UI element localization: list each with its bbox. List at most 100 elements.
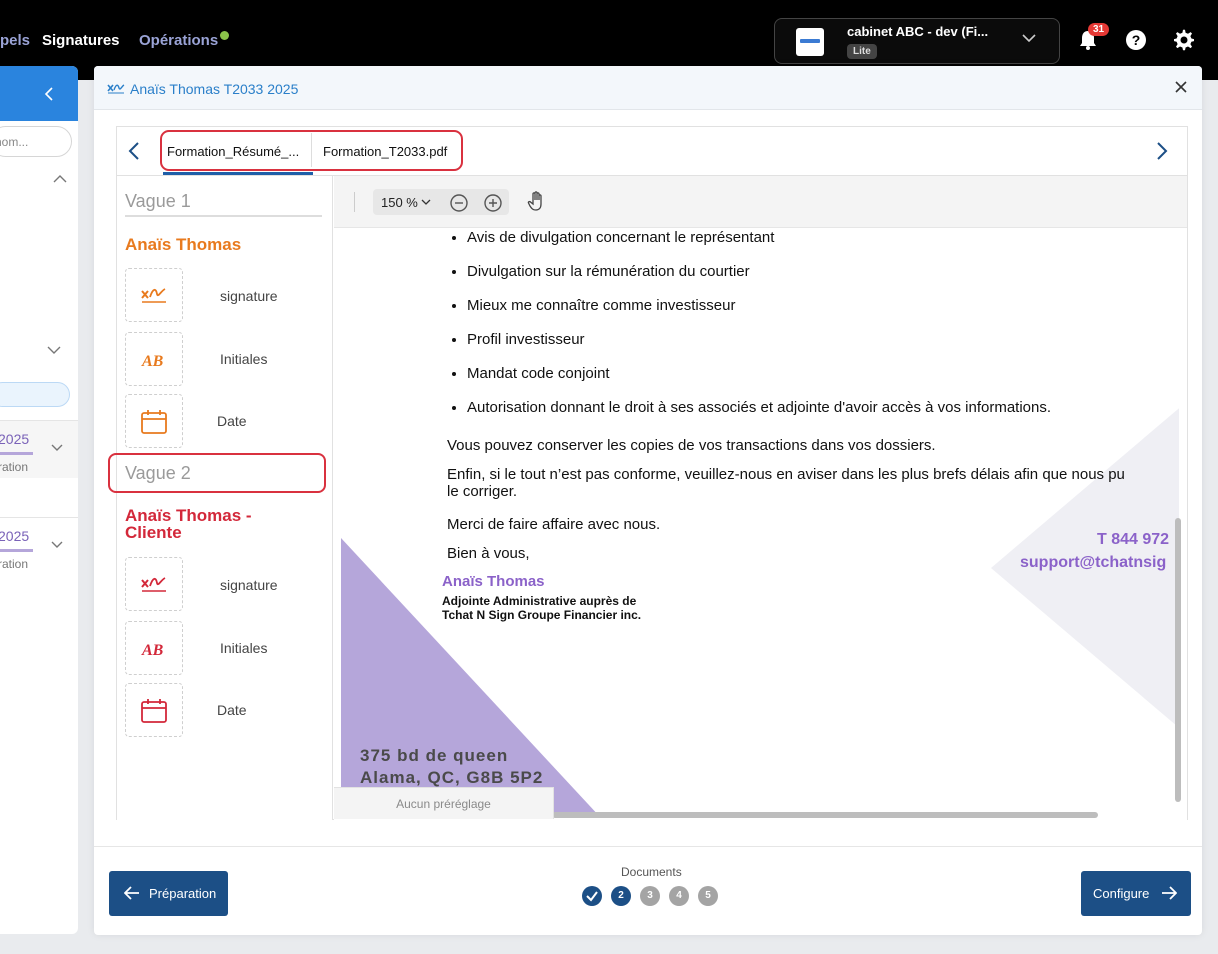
field-label: Initiales — [220, 351, 268, 367]
signature-icon — [107, 84, 125, 94]
list-item[interactable]: 2025 ration — [0, 420, 78, 478]
org-logo — [796, 28, 824, 56]
wave-2-signer: Anaïs Thomas - — [125, 506, 252, 525]
chevron-down-icon[interactable] — [50, 443, 64, 453]
document-tabs: Formation_Résumé_... Formation_T2033.pdf — [117, 127, 1187, 176]
close-icon[interactable] — [1175, 81, 1187, 93]
list-item: Profil investisseur — [467, 330, 1051, 364]
signature-field-tool[interactable] — [125, 557, 183, 611]
chevron-right-icon[interactable] — [1155, 141, 1169, 161]
tabs-highlight-annotation — [160, 130, 463, 171]
signature-modal: Anaïs Thomas T2033 2025 Formation_Résumé… — [94, 66, 1202, 935]
org-name: cabinet ABC - dev (Fi... — [847, 24, 989, 39]
svg-text:?: ? — [1132, 32, 1141, 48]
chevron-down-icon[interactable] — [421, 198, 431, 206]
field-label: Date — [217, 413, 247, 429]
status-dot — [220, 31, 229, 40]
field-label: signature — [220, 577, 278, 593]
background-search-input[interactable]: nom... — [0, 126, 72, 157]
nav-signatures[interactable]: Signatures — [42, 32, 120, 49]
zoom-in-icon[interactable] — [483, 193, 503, 213]
chevron-down-icon — [1022, 34, 1036, 43]
initials-field-tool[interactable]: AB — [125, 332, 183, 386]
list-item-sub: ration — [0, 460, 29, 474]
signature-field-tool[interactable] — [125, 268, 183, 322]
preset-selector[interactable]: Aucun préréglage — [334, 787, 554, 819]
chevron-left-icon[interactable] — [42, 86, 56, 102]
paragraph: Bien à vous, — [447, 545, 530, 562]
signature-icon — [141, 577, 166, 592]
step-1-done[interactable] — [582, 886, 602, 906]
paragraph: Vous pouvez conserver les copies de vos … — [447, 437, 936, 454]
date-field-tool[interactable] — [125, 683, 183, 737]
arrow-right-icon — [1162, 886, 1177, 900]
nav-appels[interactable]: pels — [0, 32, 30, 49]
list-item: Avis de divulgation concernant le représ… — [467, 228, 1051, 262]
signers-panel: Vague 1 Anaïs Thomas signature AB Initia… — [108, 176, 333, 820]
horizontal-scrollbar[interactable] — [552, 812, 1098, 818]
help-icon[interactable]: ? — [1124, 28, 1148, 52]
background-filter-input[interactable] — [0, 382, 70, 407]
address-line: Alama, QC, G8B 5P2 — [360, 768, 544, 787]
list-item: Mieux me connaître comme investisseur — [467, 296, 1051, 330]
initials-icon: AB — [141, 642, 164, 659]
active-tab-indicator — [163, 172, 313, 175]
document-frame: Formation_Résumé_... Formation_T2033.pdf… — [108, 126, 1188, 820]
document-list: Avis de divulgation concernant le représ… — [447, 228, 1051, 432]
contact-email: support@tchatnsig — [1020, 554, 1167, 571]
viewer-toolbar: 150 % — [334, 176, 1187, 228]
list-item-year: 2025 — [0, 528, 30, 544]
notification-badge: 31 — [1088, 23, 1110, 36]
zoom-out-icon[interactable] — [449, 193, 469, 213]
zoom-select[interactable]: 150 % — [381, 195, 418, 210]
step-3[interactable]: 3 — [640, 886, 660, 906]
list-item: Divulgation sur la rémunération du court… — [467, 262, 1051, 296]
modal-title: Anaïs Thomas T2033 2025 — [130, 81, 299, 97]
step-2[interactable]: 2 — [611, 886, 631, 906]
wave-1-signer: Anaïs Thomas — [125, 235, 242, 254]
initials-field-tool[interactable]: AB — [125, 621, 183, 675]
date-field-tool[interactable] — [125, 394, 183, 448]
background-panel: nom... 2025 ration 2025 ration — [0, 66, 78, 934]
plan-badge: Lite — [847, 44, 877, 59]
list-item: Autorisation donnant le droit à ses asso… — [467, 398, 1051, 432]
background-panel-header — [0, 66, 78, 121]
chevron-up-icon[interactable] — [52, 172, 68, 184]
list-item-sub: ration — [0, 557, 29, 571]
chevron-down-icon[interactable] — [46, 344, 62, 356]
step-5[interactable]: 5 — [698, 886, 718, 906]
gear-icon[interactable] — [1172, 28, 1196, 52]
initials-icon: AB — [141, 353, 164, 370]
svg-text:AB: AB — [141, 353, 164, 370]
pan-hand-icon[interactable] — [527, 190, 547, 212]
wave-2-highlight-annotation — [108, 453, 326, 493]
next-step-label: Configure — [1093, 886, 1150, 901]
next-step-button[interactable]: Configure — [1081, 871, 1191, 916]
chevron-down-icon[interactable] — [50, 540, 64, 550]
previous-step-label: Préparation — [149, 886, 217, 901]
document-viewer: 150 % Avis de divulgation concernant le … — [334, 176, 1187, 820]
paragraph: Enfin, si le tout n’est pas conforme, ve… — [447, 466, 1125, 483]
check-icon — [586, 891, 598, 902]
address-line: 375 bd de queen — [360, 746, 509, 765]
signatory-name: Anaïs Thomas — [442, 573, 545, 590]
field-label: Date — [217, 702, 247, 718]
steps-label: Documents — [621, 865, 682, 879]
chevron-left-icon[interactable] — [127, 141, 141, 161]
document-page: Avis de divulgation concernant le représ… — [341, 228, 1179, 814]
signatory-title: Adjointe Administrative auprès de — [442, 594, 637, 608]
paragraph: le corriger. — [447, 483, 518, 500]
step-4[interactable]: 4 — [669, 886, 689, 906]
nav-operations[interactable]: Opérations — [139, 32, 218, 49]
wave-1-label: Vague 1 — [125, 191, 191, 211]
previous-step-button[interactable]: Préparation — [109, 871, 228, 916]
signature-icon — [141, 288, 166, 303]
field-label: Initiales — [220, 640, 268, 656]
modal-header: Anaïs Thomas T2033 2025 — [94, 66, 1202, 110]
list-item[interactable]: 2025 ration — [0, 517, 78, 575]
svg-text:AB: AB — [141, 642, 164, 659]
organization-switcher[interactable]: cabinet ABC - dev (Fi... Lite — [774, 18, 1060, 64]
wave-2-signer-role: Cliente — [125, 523, 182, 542]
zoom-controls: 150 % — [373, 189, 509, 215]
vertical-scrollbar[interactable] — [1175, 518, 1181, 802]
